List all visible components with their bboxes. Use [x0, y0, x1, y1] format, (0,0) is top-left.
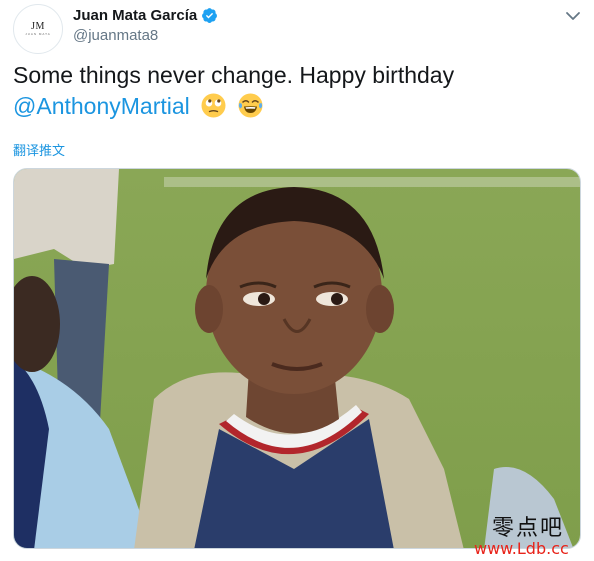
watermark-url: www.Ldb.cc [474, 539, 569, 558]
tweet-photo[interactable] [13, 168, 581, 549]
verified-badge-icon [202, 8, 218, 23]
avatar-subtext: JUAN MATA [25, 31, 51, 36]
tweet-card: JM JUAN MATA Juan Mata García @juanmata8… [0, 0, 594, 561]
author-name-row[interactable]: Juan Mata García [73, 7, 218, 24]
watermark-chinese: 零点吧 [492, 516, 565, 541]
photo-illustration [14, 169, 580, 548]
tears-of-joy-emoji-icon [238, 93, 263, 118]
avatar-monogram: JM [31, 20, 45, 32]
mention-link[interactable]: @AnthonyMartial [13, 93, 190, 119]
author-handle[interactable]: @juanmata8 [73, 27, 158, 44]
avatar[interactable]: JM JUAN MATA [13, 4, 63, 54]
chevron-down-icon[interactable] [563, 6, 583, 26]
author-name[interactable]: Juan Mata García [73, 7, 197, 24]
rolling-eyes-emoji-icon [201, 93, 226, 118]
translate-tweet-link[interactable]: 翻译推文 [13, 140, 65, 159]
tweet-body: Some things never change. Happy birthday [13, 62, 455, 88]
tweet-text: Some things never change. Happy birthday… [13, 60, 573, 122]
